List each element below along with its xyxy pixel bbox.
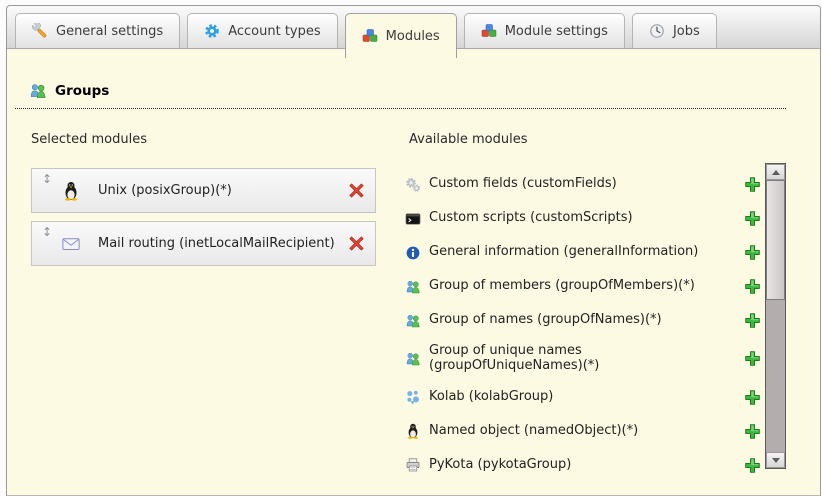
tux-icon	[405, 423, 421, 439]
terminal-icon	[405, 211, 421, 227]
remove-module-button[interactable]	[348, 182, 365, 199]
available-module-label: Named object (namedObject)(*)	[429, 424, 638, 439]
gear-icon	[204, 23, 220, 39]
delete-icon	[348, 182, 365, 199]
drag-handle-icon[interactable]: ↕	[42, 225, 52, 239]
selected-module-label: Unix (posixGroup)(*)	[98, 183, 232, 198]
scroll-thumb[interactable]	[766, 180, 785, 300]
add-icon	[744, 176, 761, 193]
add-icon	[744, 389, 761, 406]
groups-icon	[29, 82, 47, 100]
tab-modules[interactable]: Modules	[345, 13, 457, 58]
add-icon	[744, 278, 761, 295]
available-module-label: Group of names (groupOfNames)(*)	[429, 313, 662, 328]
available-module-row: Group of names (groupOfNames)(*)	[405, 310, 761, 331]
add-module-button[interactable]	[744, 312, 761, 329]
available-module-label: General information (generalInformation)	[429, 245, 698, 260]
tab-account-types[interactable]: Account types	[187, 13, 337, 48]
printer-icon	[405, 457, 421, 473]
section-header: Groups	[15, 82, 786, 109]
selected-modules-list: ↕ Unix (posixGroup)(*) ↕ Mail routing (i…	[31, 168, 376, 266]
add-icon	[744, 350, 761, 367]
tab-label: General settings	[56, 24, 163, 39]
scroll-up-icon	[772, 170, 780, 175]
wrench-icon	[32, 23, 48, 39]
delete-icon	[348, 235, 365, 252]
available-module-row: Named object (namedObject)(*)	[405, 421, 761, 442]
available-module-row: PyKota (pykotaGroup)	[405, 455, 761, 476]
available-module-row: Kolab (kolabGroup)	[405, 387, 761, 408]
available-module-label: Custom fields (customFields)	[429, 177, 617, 192]
tab-label: Module settings	[505, 24, 608, 39]
available-module-row: Group of members (groupOfMembers)(*)	[405, 276, 761, 297]
add-module-button[interactable]	[744, 244, 761, 261]
add-module-button[interactable]	[744, 457, 761, 474]
scroll-up-button[interactable]	[766, 164, 785, 180]
available-module-label: Custom scripts (customScripts)	[429, 211, 633, 226]
available-module-row: Group of unique names (groupOfUniqueName…	[405, 344, 761, 374]
available-modules-heading: Available modules	[409, 132, 527, 147]
module-settings-icon	[481, 23, 497, 39]
tab-list: General settings Account types Modules M…	[15, 13, 717, 58]
add-module-button[interactable]	[744, 176, 761, 193]
available-modules-list: Custom fields (customFields) Custom scri…	[405, 174, 761, 476]
available-module-label: Kolab (kolabGroup)	[429, 390, 553, 405]
add-module-button[interactable]	[744, 389, 761, 406]
settings-panel: General settings Account types Modules M…	[6, 5, 821, 496]
group-icon	[405, 351, 421, 367]
modules-icon	[362, 28, 378, 44]
add-icon	[744, 210, 761, 227]
clock-icon	[649, 23, 665, 39]
available-modules-scrollbar[interactable]	[765, 163, 786, 469]
kolab-icon	[405, 389, 421, 405]
available-module-row: Custom fields (customFields)	[405, 174, 761, 195]
selected-module-label: Mail routing (inetLocalMailRecipient)	[98, 236, 335, 251]
gears-icon	[405, 177, 421, 193]
tab-general-settings[interactable]: General settings	[15, 13, 180, 48]
selected-module-row: ↕ Unix (posixGroup)(*)	[31, 168, 376, 213]
remove-module-button[interactable]	[348, 235, 365, 252]
add-module-button[interactable]	[744, 210, 761, 227]
drag-handle-icon[interactable]: ↕	[42, 172, 52, 186]
add-icon	[744, 244, 761, 261]
section-title: Groups	[55, 83, 109, 99]
add-icon	[744, 423, 761, 440]
tab-label: Jobs	[673, 24, 700, 39]
selected-modules-heading: Selected modules	[31, 132, 147, 147]
add-module-button[interactable]	[744, 423, 761, 440]
available-module-label: Group of unique names (groupOfUniqueName…	[429, 344, 724, 374]
tab-module-settings[interactable]: Module settings	[464, 13, 625, 48]
add-icon	[744, 312, 761, 329]
available-module-row: General information (generalInformation)	[405, 242, 761, 263]
tab-label: Modules	[386, 29, 440, 44]
add-icon	[744, 457, 761, 474]
group-icon	[405, 313, 421, 329]
selected-module-row: ↕ Mail routing (inetLocalMailRecipient)	[31, 221, 376, 266]
mail-icon	[61, 234, 81, 254]
available-module-label: PyKota (pykotaGroup)	[429, 458, 571, 473]
tab-label: Account types	[228, 24, 320, 39]
available-module-label: Group of members (groupOfMembers)(*)	[429, 279, 695, 294]
available-module-row: Custom scripts (customScripts)	[405, 208, 761, 229]
add-module-button[interactable]	[744, 278, 761, 295]
scroll-down-button[interactable]	[766, 452, 785, 468]
tux-icon	[61, 181, 81, 201]
scroll-down-icon	[772, 458, 780, 463]
info-icon	[405, 245, 421, 261]
group-icon	[405, 279, 421, 295]
add-module-button[interactable]	[744, 350, 761, 367]
tab-jobs[interactable]: Jobs	[632, 13, 717, 48]
